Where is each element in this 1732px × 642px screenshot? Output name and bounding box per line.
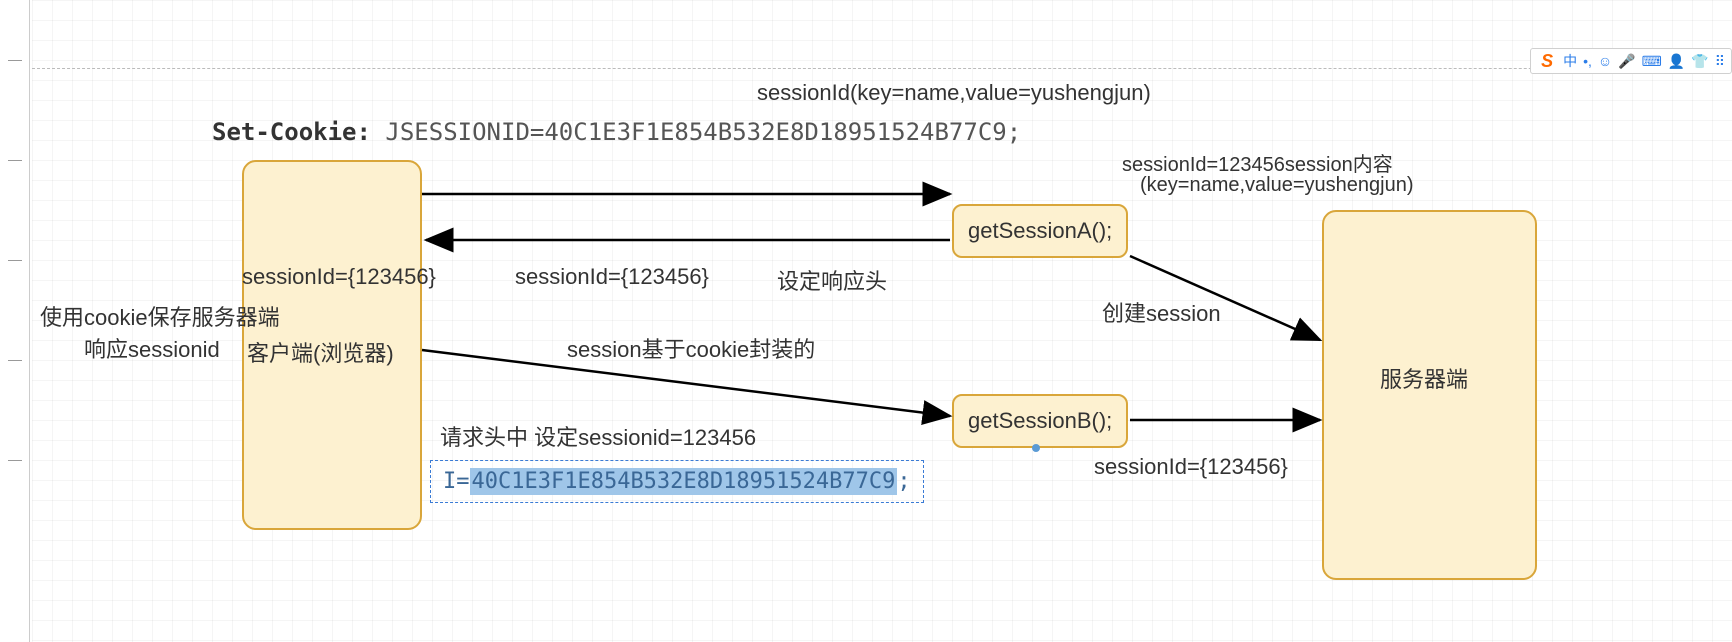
arrow-label-session-cookie: session基于cookie封装的 bbox=[567, 332, 815, 364]
server-title: 服务器端 bbox=[1380, 362, 1468, 394]
left-ruler bbox=[0, 0, 30, 642]
request-header-label: 请求头中 设定sessionid=123456 bbox=[440, 420, 756, 452]
ime-keyboard-icon[interactable]: ⌨ bbox=[1642, 53, 1662, 70]
ime-menu-icon[interactable]: ⠿ bbox=[1715, 53, 1725, 70]
get-session-b-label: getSessionB(); bbox=[968, 408, 1112, 434]
ime-mic-icon[interactable]: 🎤 bbox=[1618, 53, 1635, 70]
server-create-label: 创建session bbox=[1102, 296, 1221, 328]
guide-line bbox=[32, 68, 1732, 69]
anchor-dot bbox=[1032, 444, 1040, 452]
selected-prefix: I= bbox=[443, 469, 470, 494]
diagram-canvas[interactable]: Set-Cookie: JSESSIONID=40C1E3F1E854B532E… bbox=[32, 0, 1732, 642]
ime-emoji-icon[interactable]: ☺ bbox=[1598, 53, 1612, 69]
arrow-label-response-header: 设定响应头 bbox=[777, 264, 887, 296]
get-session-b-box[interactable]: getSessionB(); bbox=[952, 394, 1128, 448]
top-session-note: sessionId(key=name,value=yushengjun) bbox=[757, 80, 1151, 106]
client-title: 客户端(浏览器) bbox=[247, 336, 394, 368]
ime-user-icon[interactable]: 👤 bbox=[1668, 53, 1685, 70]
selected-jsessionid-box[interactable]: I=40C1E3F1E854B532E8D18951524B77C9; bbox=[430, 460, 924, 503]
selected-highlight: 40C1E3F1E854B532E8D18951524B77C9 bbox=[470, 468, 898, 495]
client-side-note-2: 响应sessionid bbox=[84, 332, 220, 364]
server-bottom-note: sessionId={123456} bbox=[1094, 454, 1288, 480]
arrow-label-sessionid-1: sessionId={123456} bbox=[242, 264, 436, 290]
set-cookie-value: JSESSIONID=40C1E3F1E854B532E8D18951524B7… bbox=[385, 118, 1021, 146]
set-cookie-header: Set-Cookie: JSESSIONID=40C1E3F1E854B532E… bbox=[212, 118, 1021, 146]
get-session-a-label: getSessionA(); bbox=[968, 218, 1112, 244]
client-side-note-1: 使用cookie保存服务器端 bbox=[40, 300, 280, 332]
ime-punct[interactable]: •, bbox=[1583, 53, 1592, 69]
ime-skin-icon[interactable]: 👕 bbox=[1691, 53, 1708, 70]
server-top-note-2: (key=name,value=yushengjun) bbox=[1140, 174, 1414, 197]
get-session-a-box[interactable]: getSessionA(); bbox=[952, 204, 1128, 258]
ime-lang[interactable]: 中 bbox=[1563, 51, 1577, 71]
ime-toolbar[interactable]: S 中 •, ☺ 🎤 ⌨ 👤 👕 ⠿ bbox=[1530, 48, 1732, 74]
set-cookie-label: Set-Cookie: bbox=[212, 118, 371, 146]
server-box[interactable] bbox=[1322, 210, 1537, 580]
selected-suffix: ; bbox=[897, 469, 910, 494]
server-top-note-1: sessionId=123456session内容 bbox=[1122, 148, 1393, 177]
arrow-label-sessionid-2: sessionId={123456} bbox=[515, 264, 709, 290]
ime-logo-icon[interactable]: S bbox=[1537, 51, 1557, 71]
